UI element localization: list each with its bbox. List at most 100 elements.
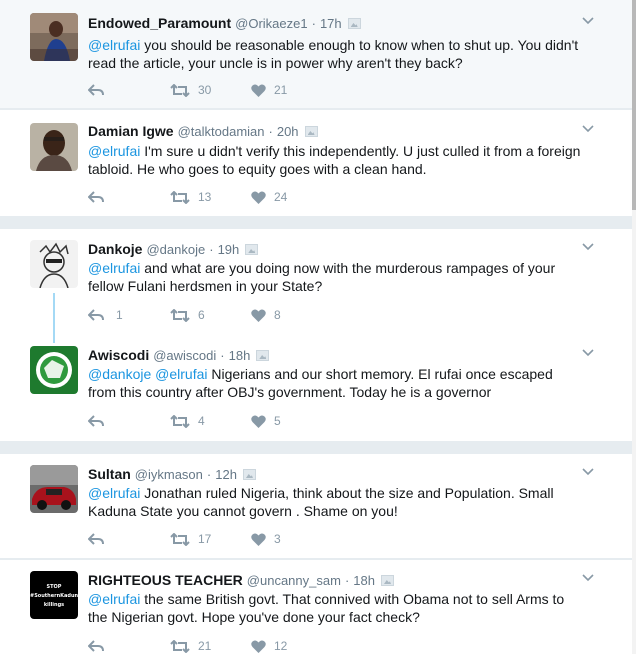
tweet-card[interactable]: STOP #SouthernKaduna killings RIGHTEOUS … [0,560,632,654]
tweet-text: @elrufai and what are you doing now with… [88,260,556,294]
chevron-down-icon[interactable] [582,125,594,135]
user-handle[interactable]: @uncanny_sam [247,573,341,588]
user-handle[interactable]: @dankoje [146,242,205,257]
like-button[interactable]: 5 [251,412,281,430]
chevron-down-icon[interactable] [582,349,594,359]
avatar[interactable] [30,240,78,288]
retweet-count: 6 [198,308,205,322]
like-count: 24 [274,190,288,204]
heart-icon [251,308,266,322]
mention-link[interactable]: @elrufai [88,485,140,501]
tweet[interactable]: Dankoje @dankoje · 19h @elrufai and what ar… [0,229,632,335]
tweet[interactable]: Awiscodi @awiscodi · 18h @dankoje @elrufai … [0,335,632,441]
heart-icon [251,190,266,204]
image-icon [245,244,259,255]
retweet-icon [170,532,190,546]
retweet-icon [170,83,190,97]
tweet-actions: 30 21 [88,81,388,99]
display-name[interactable]: Awiscodi @awiscodi · 18h [88,347,270,363]
like-button[interactable]: 8 [251,306,281,324]
like-button[interactable]: 3 [251,530,281,548]
mention-link[interactable]: @elrufai [88,591,140,607]
scrollbar-thumb[interactable] [632,0,636,210]
avatar[interactable] [30,13,78,61]
conversation-card: Dankoje @dankoje · 19h @elrufai and what ar… [0,229,632,441]
like-count: 5 [274,414,281,428]
timestamp[interactable]: 18h [229,348,251,363]
reply-button[interactable] [88,530,104,548]
reply-button[interactable] [88,81,104,99]
avatar[interactable] [30,123,78,171]
scrollbar[interactable] [632,0,636,654]
timestamp[interactable]: 19h [218,242,240,257]
tweet-actions: 1 6 8 [88,306,388,324]
reply-button[interactable] [88,412,104,430]
image-icon [256,350,270,361]
chevron-down-icon[interactable] [582,243,594,253]
reply-button[interactable] [88,188,104,206]
timestamp[interactable]: 20h [277,124,299,139]
tweet-text: @elrufai the same British govt. That con… [88,591,565,625]
display-name[interactable]: Damian Igwe @talktodamian · 20h [88,123,318,139]
display-name[interactable]: Endowed_Paramount @Orikaeze1 · 17h [88,15,361,31]
chevron-down-icon[interactable] [582,468,594,478]
display-name[interactable]: Sultan @iykmason · 12h [88,466,256,482]
heart-icon [251,532,266,546]
like-count: 8 [274,308,281,322]
chevron-down-icon[interactable] [582,574,594,584]
retweet-button[interactable]: 4 [170,412,205,430]
tweet-actions: 13 24 [88,188,388,206]
image-icon [347,18,361,29]
image-icon [304,126,318,137]
tweet-text: @elrufai you should be reasonable enough… [88,37,579,71]
avatar-text: killings [43,602,65,608]
retweet-icon [170,639,190,653]
retweet-button[interactable]: 21 [170,637,211,654]
retweet-icon [170,414,190,428]
retweet-count: 30 [198,83,212,97]
display-name[interactable]: Dankoje @dankoje · 19h [88,241,259,257]
reply-button[interactable] [88,637,104,654]
tweet-text: @elrufai Jonathan ruled Nigeria, think a… [88,485,554,519]
divider [0,216,632,229]
like-count: 12 [274,639,288,653]
tweet-actions: 4 5 [88,412,388,430]
tweet-card[interactable]: Damian Igwe @talktodamian · 20h @elrufai I'… [0,110,632,216]
like-button[interactable]: 24 [251,188,287,206]
retweet-icon [170,190,190,204]
mention-link[interactable]: @elrufai [88,37,140,53]
user-handle[interactable]: @talktodamian [178,124,265,139]
mention-link[interactable]: @dankoje @elrufai [88,366,208,382]
avatar[interactable] [30,465,78,513]
reply-icon [88,639,104,652]
timestamp[interactable]: 17h [320,16,342,31]
like-button[interactable]: 21 [251,81,287,99]
retweet-button[interactable]: 6 [170,306,205,324]
user-handle[interactable]: @iykmason [135,467,203,482]
tweet-actions: 21 12 [88,637,388,654]
user-handle[interactable]: @Orikaeze1 [235,16,307,31]
reply-button[interactable]: 1 [88,306,123,324]
retweet-count: 13 [198,190,212,204]
retweet-button[interactable]: 17 [170,530,211,548]
timestamp[interactable]: 12h [215,467,237,482]
display-name[interactable]: RIGHTEOUS TEACHER @uncanny_sam · 18h [88,572,394,588]
retweet-button[interactable]: 13 [170,188,211,206]
tweet-card[interactable]: Sultan @iykmason · 12h @elrufai Jonathan ru… [0,454,632,558]
retweet-count: 4 [198,414,205,428]
avatar-text: STOP [46,584,62,590]
chevron-down-icon[interactable] [582,17,594,27]
heart-icon [251,414,266,428]
tweet-feed: Endowed_Paramount @Orikaeze1 · 17h @elrufai… [0,0,632,654]
retweet-button[interactable]: 30 [170,81,211,99]
avatar[interactable] [30,346,78,394]
tweet-card[interactable]: Endowed_Paramount @Orikaeze1 · 17h @elrufai… [0,0,632,108]
user-handle[interactable]: @awiscodi [153,348,216,363]
mention-link[interactable]: @elrufai [88,260,140,276]
avatar[interactable]: STOP #SouthernKaduna killings [30,571,78,619]
like-button[interactable]: 12 [251,637,287,654]
retweet-icon [170,308,190,322]
mention-link[interactable]: @elrufai [88,143,140,159]
heart-icon [251,639,266,653]
timestamp[interactable]: 18h [353,573,375,588]
